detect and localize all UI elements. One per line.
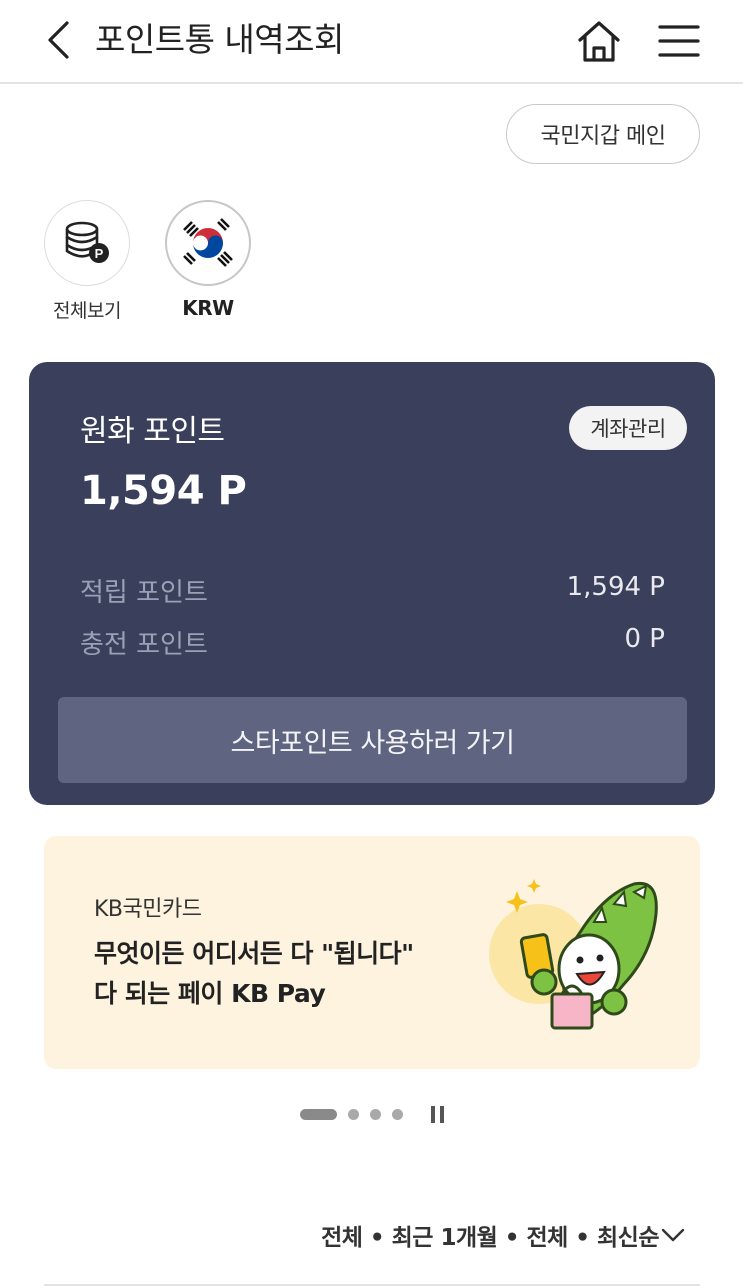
pager-dot[interactable] (348, 1108, 359, 1120)
banner-brand: KB국민카드 (94, 897, 202, 922)
wallet-main-button[interactable]: 국민지갑 메인 (506, 104, 700, 164)
pager-dot[interactable] (392, 1108, 403, 1120)
banner-headline-1: 무엇이든 어디서든 다 "됩니다" (94, 939, 414, 968)
divider (44, 1284, 700, 1286)
charged-points-row: 충전 포인트 0 P (80, 624, 665, 661)
chip-krw-circle (165, 200, 251, 286)
account-manage-button[interactable]: 계좌관리 (569, 406, 687, 450)
charged-points-value: 0 P (624, 624, 666, 654)
charged-points-label: 충전 포인트 (80, 630, 208, 660)
pause-icon (440, 1105, 444, 1123)
hamburger-menu-icon (658, 25, 700, 57)
chip-krw-label: KRW (182, 296, 234, 320)
menu-button[interactable] (654, 16, 704, 66)
point-total: 1,594 P (80, 468, 247, 514)
earned-points-row: 적립 포인트 1,594 P (80, 572, 665, 609)
korea-flag-icon (177, 212, 239, 274)
app-header: 포인트통 내역조회 (0, 0, 743, 84)
pause-icon (431, 1105, 435, 1123)
banner-pager (300, 1105, 444, 1123)
chip-view-all-label: 전체보기 (53, 300, 121, 322)
earned-points-label: 적립 포인트 (80, 578, 208, 608)
earned-points-value: 1,594 P (566, 572, 665, 602)
page-title: 포인트통 내역조회 (95, 20, 344, 59)
use-star-points-button[interactable]: 스타포인트 사용하러 가기 (58, 697, 687, 783)
home-button[interactable] (574, 16, 624, 66)
back-button[interactable] (36, 18, 80, 62)
pager-dot[interactable] (370, 1108, 381, 1120)
filter-summary: 전체 • 최근 1개월 • 전체 • 최신순 (321, 1225, 659, 1251)
home-icon (578, 21, 620, 62)
chip-view-all[interactable]: P 전체보기 (43, 200, 131, 323)
point-card-title: 원화 포인트 (80, 414, 225, 449)
point-card: 원화 포인트 계좌관리 1,594 P 적립 포인트 1,594 P 충전 포인… (29, 362, 715, 805)
chip-view-all-circle: P (44, 200, 130, 286)
pager-dot-active[interactable] (300, 1108, 337, 1120)
coin-stack-icon: P (65, 221, 109, 263)
pause-button[interactable] (431, 1105, 444, 1123)
chevron-left-icon (48, 21, 69, 59)
chevron-down-icon (661, 1228, 685, 1242)
mascot-illustration (489, 879, 658, 1030)
svg-text:P: P (95, 246, 104, 261)
banner-headline-2: 다 되는 페이 KB Pay (94, 979, 326, 1008)
history-filter[interactable]: 전체 • 최근 1개월 • 전체 • 최신순 (321, 1218, 685, 1252)
kb-pay-banner[interactable]: KB국민카드 무엇이든 어디서든 다 "됩니다" 다 되는 페이 KB Pay (44, 836, 700, 1069)
chip-krw[interactable]: KRW (164, 200, 252, 320)
